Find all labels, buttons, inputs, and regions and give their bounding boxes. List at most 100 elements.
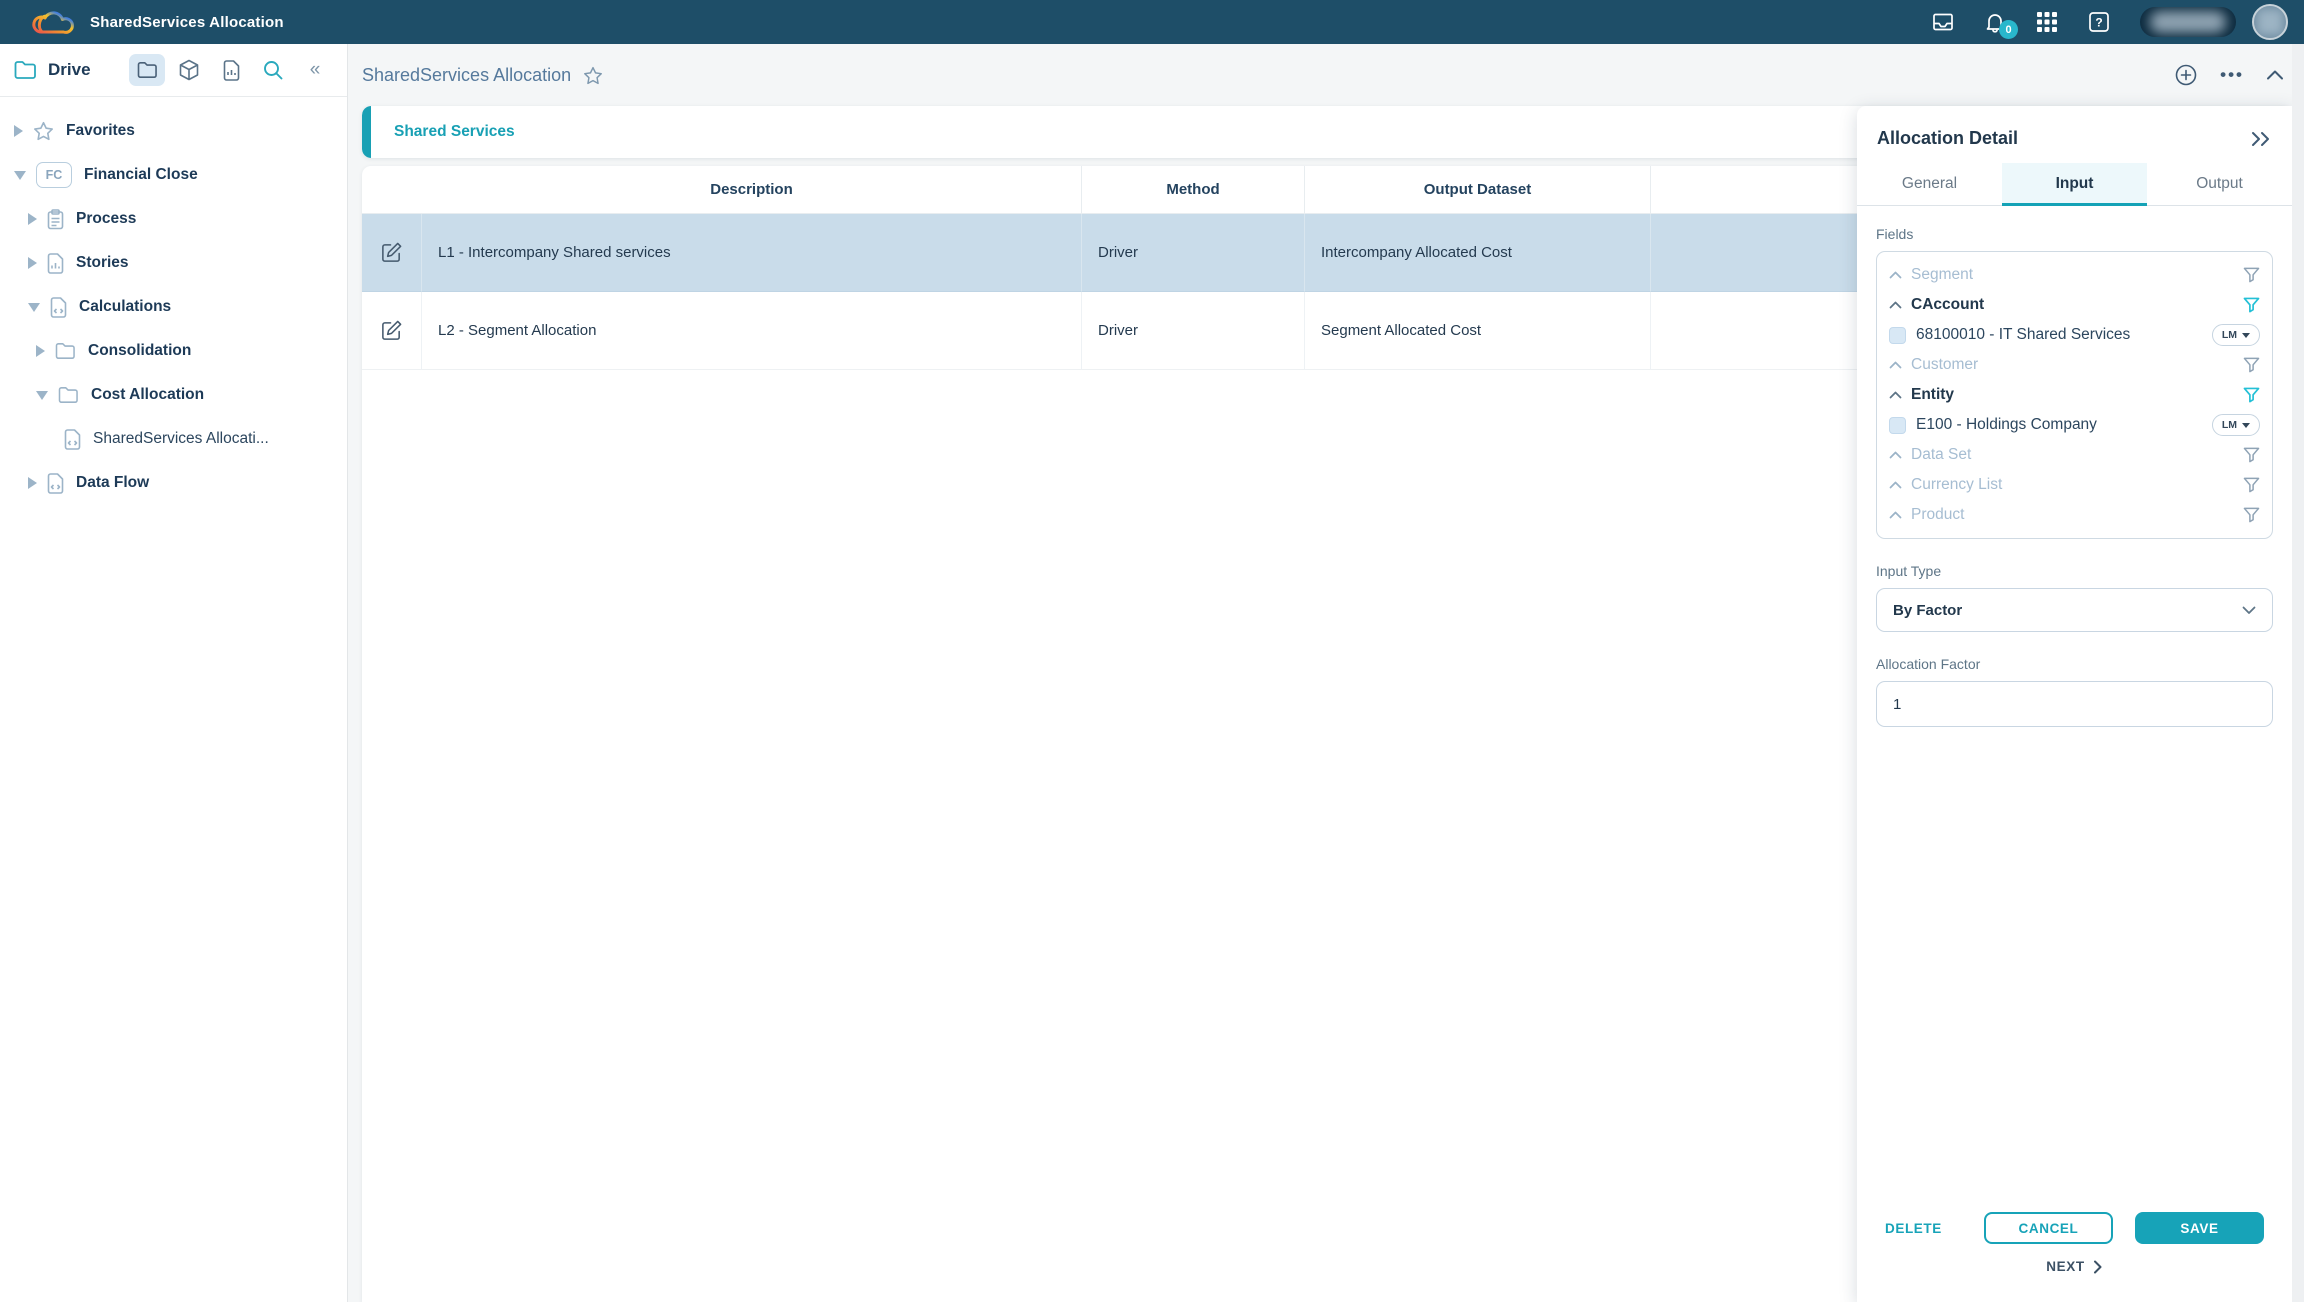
chevron-right-icon	[2093, 1260, 2103, 1274]
favorite-star-icon[interactable]	[583, 66, 603, 85]
collapse-caret-icon[interactable]	[1889, 481, 1903, 489]
edit-row-icon[interactable]	[380, 319, 403, 342]
avatar[interactable]	[2252, 4, 2288, 40]
expand-arrow-icon[interactable]	[28, 213, 37, 225]
help-icon[interactable]: ?	[2086, 9, 2112, 35]
panel-tabs: General Input Output	[1857, 163, 2292, 206]
field-row-currency-list[interactable]: Currency List	[1889, 470, 2260, 500]
drive-label: Drive	[48, 60, 91, 80]
doc-chart-icon	[47, 253, 64, 274]
delete-button[interactable]: DELETE	[1885, 1221, 1942, 1236]
allocation-detail-panel: Allocation Detail General Input Output F…	[1857, 106, 2292, 1302]
collapse-caret-icon[interactable]	[1889, 451, 1903, 459]
app-title: SharedServices Allocation	[90, 14, 284, 31]
tab-output[interactable]: Output	[2147, 163, 2292, 205]
doc-code-icon	[47, 473, 64, 494]
member-row-entity[interactable]: E100 - Holdings Company LM	[1889, 410, 2260, 440]
column-header-method[interactable]: Method	[1082, 166, 1305, 214]
member-checkbox[interactable]	[1889, 417, 1906, 434]
input-type-select[interactable]: By Factor	[1876, 588, 2273, 632]
document-view-button[interactable]	[213, 54, 249, 86]
filter-icon-active[interactable]	[2243, 297, 2260, 313]
cancel-button[interactable]: CANCEL	[1984, 1212, 2113, 1244]
tree-item-sharedservices-allocation[interactable]: SharedServices Allocati...	[0, 417, 347, 461]
tree-item-consolidation[interactable]: Consolidation	[0, 329, 347, 373]
filter-icon[interactable]	[2243, 447, 2260, 463]
allocation-factor-input[interactable]	[1876, 681, 2273, 727]
expand-arrow-icon[interactable]	[14, 125, 23, 137]
edit-row-icon[interactable]	[380, 241, 403, 264]
expand-arrow-icon[interactable]	[28, 477, 37, 489]
tree-item-data-flow[interactable]: Data Flow	[0, 461, 347, 505]
collapse-caret-icon[interactable]	[1889, 301, 1903, 309]
search-button[interactable]	[255, 54, 291, 86]
field-row-caccount[interactable]: CAccount	[1889, 290, 2260, 320]
lm-dropdown[interactable]: LM	[2212, 414, 2260, 436]
expand-arrow-icon[interactable]	[36, 345, 45, 357]
filter-icon-active[interactable]	[2243, 387, 2260, 403]
collapse-caret-icon[interactable]	[1889, 361, 1903, 369]
field-row-data-set[interactable]: Data Set	[1889, 440, 2260, 470]
doc-code-icon	[50, 297, 67, 318]
bell-icon[interactable]: 0	[1982, 9, 2008, 35]
cell-method: Driver	[1082, 292, 1305, 370]
doc-code-icon	[64, 429, 81, 450]
cell-description: L1 - Intercompany Shared services	[422, 214, 1082, 292]
cell-output-dataset: Segment Allocated Cost	[1305, 292, 1651, 370]
cell-description: L2 - Segment Allocation	[422, 292, 1082, 370]
user-name-pill[interactable]	[2140, 7, 2236, 37]
column-header-description[interactable]: Description	[422, 166, 1082, 214]
tree-item-favorites[interactable]: Favorites	[0, 109, 347, 153]
section-accent-bar	[362, 106, 371, 158]
folder-icon	[58, 386, 79, 404]
field-row-entity[interactable]: Entity	[1889, 380, 2260, 410]
lm-dropdown[interactable]: LM	[2212, 324, 2260, 346]
input-type-label: Input Type	[1876, 563, 2273, 579]
collapse-arrow-icon[interactable]	[28, 303, 40, 312]
collapse-arrow-icon[interactable]	[14, 171, 26, 180]
tree-item-calculations[interactable]: Calculations	[0, 285, 347, 329]
add-icon[interactable]	[2174, 63, 2198, 87]
inbox-icon[interactable]	[1930, 9, 1956, 35]
top-bar: SharedServices Allocation 0 ?	[0, 0, 2304, 44]
folder-view-button[interactable]	[129, 54, 165, 86]
tree-item-stories[interactable]: Stories	[0, 241, 347, 285]
field-row-customer[interactable]: Customer	[1889, 350, 2260, 380]
clipboard-icon	[47, 209, 64, 230]
app-grid-icon[interactable]	[2034, 9, 2060, 35]
collapse-panel-icon[interactable]	[2250, 131, 2272, 147]
member-row-caccount[interactable]: 68100010 - IT Shared Services LM	[1889, 320, 2260, 350]
collapse-up-icon[interactable]	[2266, 69, 2284, 81]
collapse-caret-icon[interactable]	[1889, 511, 1903, 519]
filter-icon[interactable]	[2243, 357, 2260, 373]
tab-input[interactable]: Input	[2002, 163, 2147, 205]
collapse-caret-icon[interactable]	[1889, 271, 1903, 279]
member-checkbox[interactable]	[1889, 327, 1906, 344]
more-icon[interactable]: •••	[2220, 65, 2244, 85]
filter-icon[interactable]	[2243, 477, 2260, 493]
filter-icon[interactable]	[2243, 267, 2260, 283]
collapse-arrow-icon[interactable]	[36, 391, 48, 400]
next-button[interactable]: NEXT	[1857, 1259, 2292, 1274]
drive-tree: Favorites FC Financial Close Process	[0, 97, 347, 505]
field-row-product[interactable]: Product	[1889, 500, 2260, 530]
panel-title: Allocation Detail	[1877, 128, 2250, 149]
field-row-segment[interactable]: Segment	[1889, 260, 2260, 290]
column-header-output-dataset[interactable]: Output Dataset	[1305, 166, 1651, 214]
drive-sidebar: Drive	[0, 44, 348, 1302]
caret-down-icon	[2242, 423, 2250, 428]
fields-box: Segment CAccount 68100010	[1876, 251, 2273, 539]
expand-arrow-icon[interactable]	[28, 257, 37, 269]
filter-icon[interactable]	[2243, 507, 2260, 523]
collapse-sidebar-button[interactable]: «	[297, 54, 333, 86]
cube-view-button[interactable]	[171, 54, 207, 86]
tree-item-process[interactable]: Process	[0, 197, 347, 241]
tree-item-financial-close[interactable]: FC Financial Close	[0, 153, 347, 197]
notification-badge: 0	[1999, 20, 2018, 39]
save-button[interactable]: SAVE	[2135, 1212, 2264, 1244]
cell-output-dataset: Intercompany Allocated Cost	[1305, 214, 1651, 292]
tree-item-cost-allocation[interactable]: Cost Allocation	[0, 373, 347, 417]
collapse-caret-icon[interactable]	[1889, 391, 1903, 399]
main-header: SharedServices Allocation •••	[349, 44, 2304, 106]
tab-general[interactable]: General	[1857, 163, 2002, 205]
